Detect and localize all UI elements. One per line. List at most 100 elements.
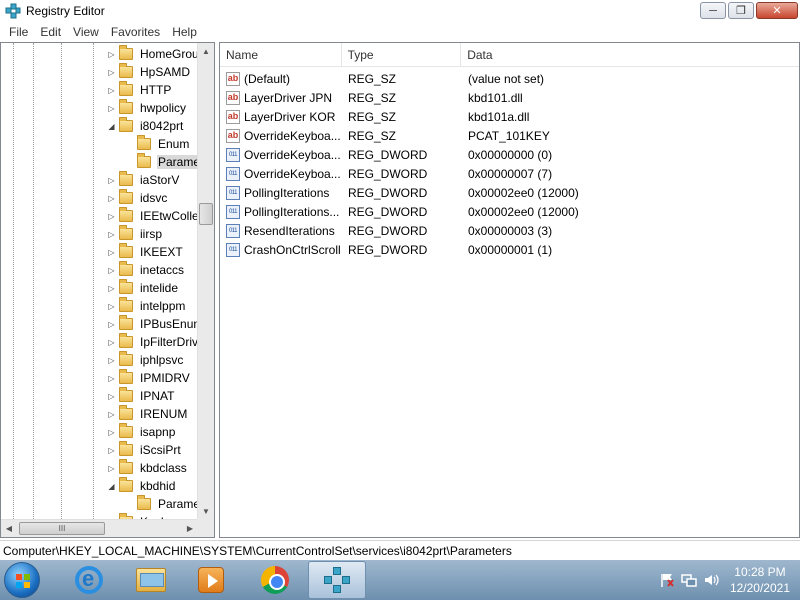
tree-item[interactable]: ▷ idsvc (108, 189, 168, 207)
tree-item[interactable]: Parame (137, 495, 198, 513)
collapsed-arrow-icon[interactable]: ▷ (107, 428, 116, 437)
tree-item[interactable]: ▷ IPBusEnum (108, 315, 198, 333)
tree-item[interactable]: ▷ isapnp (108, 423, 176, 441)
menu-view[interactable]: View (67, 25, 105, 39)
tree-item[interactable]: ▷ kbdclass (108, 459, 188, 477)
tree-item[interactable]: ▷ IPMIDRV (108, 369, 191, 387)
menu-file[interactable]: File (3, 25, 34, 39)
tree-item[interactable]: ▷ HomeGrou (108, 45, 198, 63)
value-row[interactable]: 011 ResendIterations REG_DWORD 0x00000003 (… (220, 221, 799, 240)
collapsed-arrow-icon[interactable]: ▷ (107, 50, 116, 59)
tree-item[interactable]: ▷ IKEEXT (108, 243, 184, 261)
column-header-type[interactable]: Type (342, 43, 462, 67)
value-row[interactable]: 011 OverrideKeyboa... REG_DWORD 0x00000007 … (220, 164, 799, 183)
taskbar-chrome[interactable] (246, 561, 304, 599)
expanded-arrow-icon[interactable]: ◢ (107, 482, 116, 491)
value-row[interactable]: ab (Default) REG_SZ (value not set) (220, 69, 799, 88)
tree-item[interactable]: Parame (137, 153, 198, 171)
clock-time: 10:28 PM (734, 565, 786, 579)
column-header-data[interactable]: Data (461, 43, 799, 67)
collapsed-arrow-icon[interactable]: ▷ (107, 284, 116, 293)
restore-button[interactable]: ❐ (728, 2, 754, 19)
tree-vscroll-thumb[interactable] (199, 203, 213, 225)
folder-icon (119, 171, 133, 186)
tree-item[interactable]: ▷ intelide (108, 279, 179, 297)
collapsed-arrow-icon[interactable]: ▷ (107, 392, 116, 401)
collapsed-arrow-icon[interactable]: ▷ (107, 212, 116, 221)
taskbar-regedit[interactable] (308, 561, 366, 599)
value-name: LayerDriver KOR (244, 109, 336, 124)
collapsed-arrow-icon[interactable]: ▷ (107, 248, 116, 257)
tree-item[interactable]: ▷ HpSAMD (108, 63, 191, 81)
network-icon[interactable] (681, 572, 697, 588)
scroll-left-arrow-icon[interactable]: ◀ (1, 520, 17, 537)
value-type: REG_DWORD (348, 204, 428, 219)
value-data: 0x00000007 (7) (468, 166, 553, 181)
menu-favorites[interactable]: Favorites (105, 25, 166, 39)
tree-item[interactable]: ▷ intelppm (108, 297, 186, 315)
tree-item[interactable]: ▷ hwpolicy (108, 99, 187, 117)
scroll-right-arrow-icon[interactable]: ▶ (182, 520, 198, 537)
value-name: (Default) (244, 71, 291, 86)
tree-item[interactable]: ▷ iphlpsvc (108, 351, 184, 369)
value-row[interactable]: ab OverrideKeyboa... REG_SZ PCAT_101KEY (220, 126, 799, 145)
string-value-icon: ab (226, 71, 240, 86)
tree-vertical-scrollbar[interactable]: ▲ ▼ (197, 43, 214, 519)
taskbar-windows-explorer[interactable] (122, 561, 180, 599)
tree-horizontal-scrollbar[interactable]: ◀ III ▶ (1, 519, 198, 537)
tree-item[interactable]: ▷ IEEtwColle (108, 207, 198, 225)
close-button[interactable]: ✕ (756, 2, 798, 19)
tree-item[interactable]: ▷ iaStorV (108, 171, 180, 189)
collapsed-arrow-icon[interactable]: ▷ (107, 104, 116, 113)
tree-item[interactable]: ◢ kbdhid (108, 477, 176, 495)
collapsed-arrow-icon[interactable]: ▷ (107, 356, 116, 365)
collapsed-arrow-icon[interactable]: ▷ (107, 266, 116, 275)
tree-item[interactable]: ▷ IRENUM (108, 405, 188, 423)
value-type: REG_DWORD (348, 223, 428, 238)
tree-item[interactable]: ▷ inetaccs (108, 261, 185, 279)
collapsed-arrow-icon[interactable]: ▷ (107, 446, 116, 455)
chrome-icon (261, 566, 289, 594)
collapsed-arrow-icon[interactable]: ▷ (107, 194, 116, 203)
scroll-up-arrow-icon[interactable]: ▲ (198, 43, 214, 59)
collapsed-arrow-icon[interactable]: ▷ (107, 338, 116, 347)
collapsed-arrow-icon[interactable]: ▷ (107, 302, 116, 311)
taskbar-internet-explorer[interactable] (60, 561, 118, 599)
collapsed-arrow-icon[interactable]: ▷ (107, 176, 116, 185)
value-row[interactable]: 011 PollingIterations REG_DWORD 0x00002ee0 … (220, 183, 799, 202)
tree-item[interactable]: ▷ iirsp (108, 225, 163, 243)
minimize-button[interactable]: ─ (700, 2, 726, 19)
value-data: 0x00000003 (3) (468, 223, 553, 238)
collapsed-arrow-icon[interactable]: ▷ (107, 68, 116, 77)
value-row[interactable]: ab LayerDriver JPN REG_SZ kbd101.dll (220, 88, 799, 107)
tree-item[interactable]: ▷ IPNAT (108, 387, 175, 405)
value-row[interactable]: 011 CrashOnCtrlScroll REG_DWORD 0x00000001 … (220, 240, 799, 259)
collapsed-arrow-icon[interactable]: ▷ (107, 374, 116, 383)
collapsed-arrow-icon[interactable]: ▷ (107, 86, 116, 95)
collapsed-arrow-icon[interactable]: ▷ (107, 410, 116, 419)
menu-edit[interactable]: Edit (34, 25, 67, 39)
collapsed-arrow-icon[interactable]: ▷ (107, 230, 116, 239)
collapsed-arrow-icon[interactable]: ▷ (107, 320, 116, 329)
tree-item[interactable]: ▷ HTTP (108, 81, 172, 99)
value-row[interactable]: 011 PollingIterations... REG_DWORD 0x00002e… (220, 202, 799, 221)
menu-help[interactable]: Help (166, 25, 203, 39)
value-row[interactable]: 011 OverrideKeyboa... REG_DWORD 0x00000000 … (220, 145, 799, 164)
flag-icon[interactable] (659, 572, 675, 588)
tree-item[interactable]: ▷ IpFilterDriv (108, 333, 198, 351)
taskbar-media-player[interactable] (182, 561, 240, 599)
expanded-arrow-icon[interactable]: ◢ (107, 122, 116, 131)
tree-item[interactable]: Enum (137, 135, 190, 153)
scroll-down-arrow-icon[interactable]: ▼ (198, 503, 214, 519)
column-header-name[interactable]: Name (220, 43, 342, 67)
tree-item[interactable]: ▷ iScsiPrt (108, 441, 182, 459)
value-row[interactable]: ab LayerDriver KOR REG_SZ kbd101a.dll (220, 107, 799, 126)
regedit-app-icon[interactable] (5, 3, 21, 19)
value-name-cell: 011 CrashOnCtrlScroll (226, 242, 346, 257)
taskbar-clock[interactable]: 10:28 PM 12/20/2021 (730, 564, 790, 596)
tree-item[interactable]: ◢ i8042prt (108, 117, 184, 135)
start-button[interactable] (4, 562, 40, 598)
volume-icon[interactable] (703, 572, 719, 588)
tree-hscroll-thumb[interactable]: III (19, 522, 105, 535)
collapsed-arrow-icon[interactable]: ▷ (107, 464, 116, 473)
